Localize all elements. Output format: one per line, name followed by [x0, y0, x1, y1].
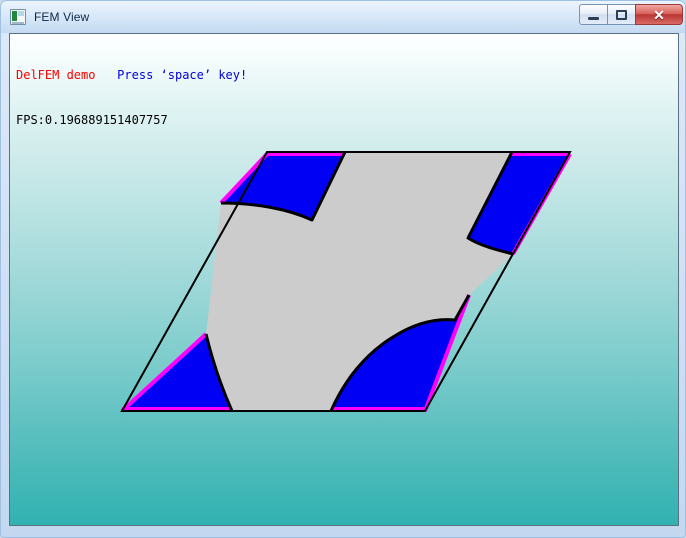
- opengl-viewport[interactable]: DelFEM demo Press ‘space’ key! FPS:0.196…: [9, 33, 679, 526]
- window-title: FEM View: [34, 10, 90, 24]
- title-bar: FEM View ✕: [1, 1, 686, 33]
- maximize-button[interactable]: [607, 4, 636, 25]
- close-icon: ✕: [653, 6, 665, 23]
- application-window-icon: [10, 9, 26, 25]
- caption-button-group: ✕: [579, 4, 683, 26]
- fem-mesh-render: [120, 151, 572, 413]
- minimize-icon: [588, 16, 599, 20]
- app-icon-part-base: [12, 22, 24, 24]
- application-window: FEM View ✕ DelFEM demo Press ‘space’ key…: [0, 0, 686, 538]
- close-button[interactable]: ✕: [635, 4, 683, 25]
- maximize-icon: [616, 9, 627, 20]
- app-icon-part-right: [18, 11, 24, 16]
- minimize-button[interactable]: [579, 4, 608, 25]
- app-icon-part-left: [12, 11, 17, 21]
